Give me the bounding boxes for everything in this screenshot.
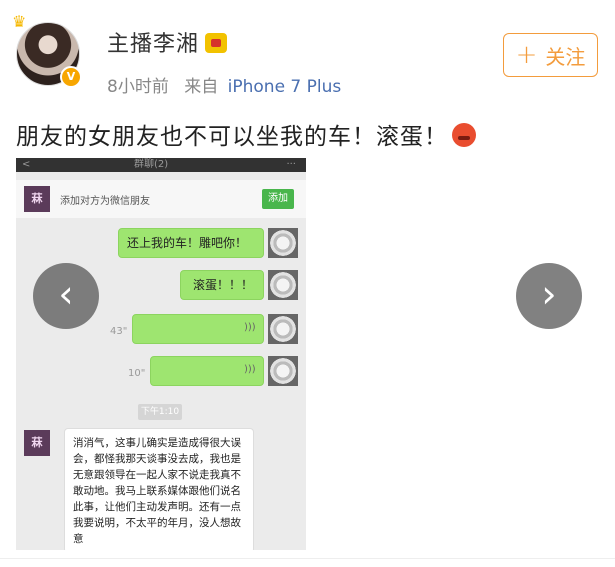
time-chip: 下午1:10 (138, 404, 182, 420)
follow-label: 关注 (545, 44, 586, 69)
author-name-row[interactable]: 主播李湘 (107, 26, 228, 58)
angry-face-icon (452, 123, 476, 147)
plus-icon: + (515, 40, 538, 70)
sender-avatar (268, 270, 298, 300)
author-name[interactable]: 主播李湘 (107, 32, 199, 57)
chevron-right-icon: › (541, 272, 557, 316)
author-avatar[interactable]: ♛ V (12, 14, 82, 88)
next-image-button[interactable]: › (516, 263, 582, 329)
voice-duration: 43" (110, 326, 128, 337)
outgoing-message-2: 滚蛋！！！ (180, 270, 264, 300)
follow-button[interactable]: + 关注 (503, 33, 598, 77)
post-time[interactable]: 8小时前 (107, 77, 169, 97)
voice-duration: 10" (128, 368, 146, 379)
voice-wave-icon: ))) (244, 364, 256, 375)
divider (0, 558, 615, 559)
chat-header: < 群聊(2) ··· (16, 158, 306, 172)
sender-avatar (268, 356, 298, 386)
incoming-message-text: 消消气，这事儿确实是造成得很大误会，都怪我那天谈事没去成，我也是无意跟领导在一起… (73, 437, 241, 545)
add-friend-bar: 菻 添加对方为微信朋友 添加 (16, 180, 306, 218)
message-text: 还上我的车！雕吧你！ (127, 236, 248, 250)
verified-badge-icon: V (60, 66, 82, 88)
contact-avatar: 菻 (24, 430, 50, 456)
post-text-content: 朋友的女朋友也不可以坐我的车！滚蛋！ (16, 124, 448, 150)
post-source[interactable]: iPhone 7 Plus (228, 77, 342, 97)
attached-screenshot[interactable]: < 群聊(2) ··· 菻 添加对方为微信朋友 添加 还上我的车！雕吧你！ 滚蛋… (16, 158, 306, 550)
incoming-message: 消消气，这事儿确实是造成得很大误会，都怪我那天谈事没去成，我也是无意跟领导在一起… (64, 428, 254, 550)
voice-wave-icon: ))) (244, 322, 256, 333)
chat-title: 群聊(2) (134, 159, 169, 170)
contact-avatar: 菻 (24, 186, 50, 212)
chevron-left-icon: ‹ (58, 272, 74, 316)
menu-icon: ··· (286, 159, 296, 170)
prev-image-button[interactable]: ‹ (33, 263, 99, 329)
source-prefix: 来自 (184, 77, 219, 97)
add-friend-text: 添加对方为微信朋友 (60, 196, 150, 207)
sender-avatar (268, 314, 298, 344)
back-icon: < (22, 159, 31, 170)
message-text: 滚蛋！！！ (193, 278, 254, 292)
sender-avatar (268, 228, 298, 258)
outgoing-message-1: 还上我的车！雕吧你！ (118, 228, 264, 258)
crown-icon: ♛ (12, 12, 27, 31)
post-text: 朋友的女朋友也不可以坐我的车！滚蛋！ (16, 117, 476, 151)
post-meta: 8小时前 来自 iPhone 7 Plus (107, 72, 341, 97)
weibo-post: ♛ V 主播李湘 8小时前 来自 iPhone 7 Plus + 关注 朋友的女… (0, 0, 615, 567)
add-friend-button: 添加 (262, 189, 294, 209)
vip-crown-icon (205, 33, 228, 53)
